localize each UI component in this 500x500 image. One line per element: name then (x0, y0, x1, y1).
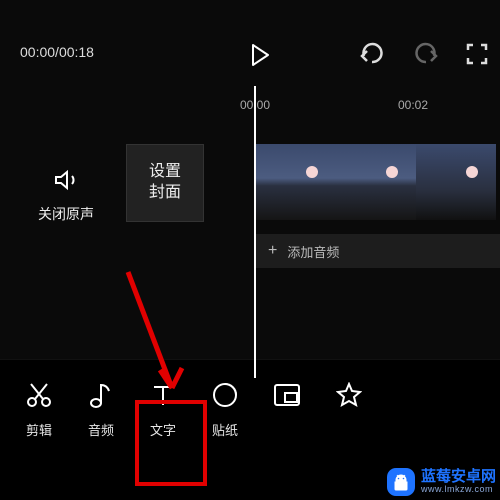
add-audio-label: 添加音频 (287, 242, 339, 261)
tool-effects[interactable] (318, 380, 380, 410)
annotation-arrow (118, 268, 198, 398)
tool-label: 贴纸 (212, 420, 238, 439)
mute-label: 关闭原声 (30, 204, 102, 224)
clip-thumbnail[interactable] (336, 144, 416, 220)
sticker-icon (212, 380, 238, 410)
volume-icon[interactable] (52, 166, 80, 194)
android-icon (387, 468, 415, 496)
play-button[interactable] (244, 40, 274, 70)
playhead[interactable] (254, 86, 256, 378)
tool-label: 音频 (88, 420, 114, 439)
set-cover-button[interactable]: 设置 封面 (126, 144, 204, 222)
watermark-title: 蓝莓安卓网 (421, 469, 496, 485)
clip-thumbnail[interactable] (416, 144, 496, 220)
tool-label: 文字 (150, 420, 176, 439)
add-audio-track[interactable]: + 添加音频 (256, 234, 500, 268)
tool-cut[interactable]: 剪辑 (8, 380, 70, 439)
timeline-ruler: 00:00 00:02 (0, 94, 500, 118)
redo-button[interactable] (412, 42, 440, 66)
star-icon (336, 380, 362, 410)
video-track[interactable]: + (256, 144, 500, 220)
undo-button[interactable] (358, 42, 386, 66)
watermark: 蓝莓安卓网 www.lmkzw.com (387, 468, 496, 496)
scissors-icon (25, 380, 53, 410)
picture-in-picture-icon (273, 380, 301, 410)
music-note-icon (88, 380, 114, 410)
plus-icon: + (268, 242, 277, 260)
tool-sticker[interactable]: 贴纸 (194, 380, 256, 439)
fullscreen-button[interactable] (466, 43, 488, 65)
clip-thumbnail[interactable] (256, 144, 336, 220)
tool-label: 剪辑 (26, 420, 52, 439)
tool-pip[interactable] (256, 380, 318, 410)
timecode: 00:00/00:18 (20, 44, 94, 60)
watermark-url: www.lmkzw.com (421, 485, 496, 494)
